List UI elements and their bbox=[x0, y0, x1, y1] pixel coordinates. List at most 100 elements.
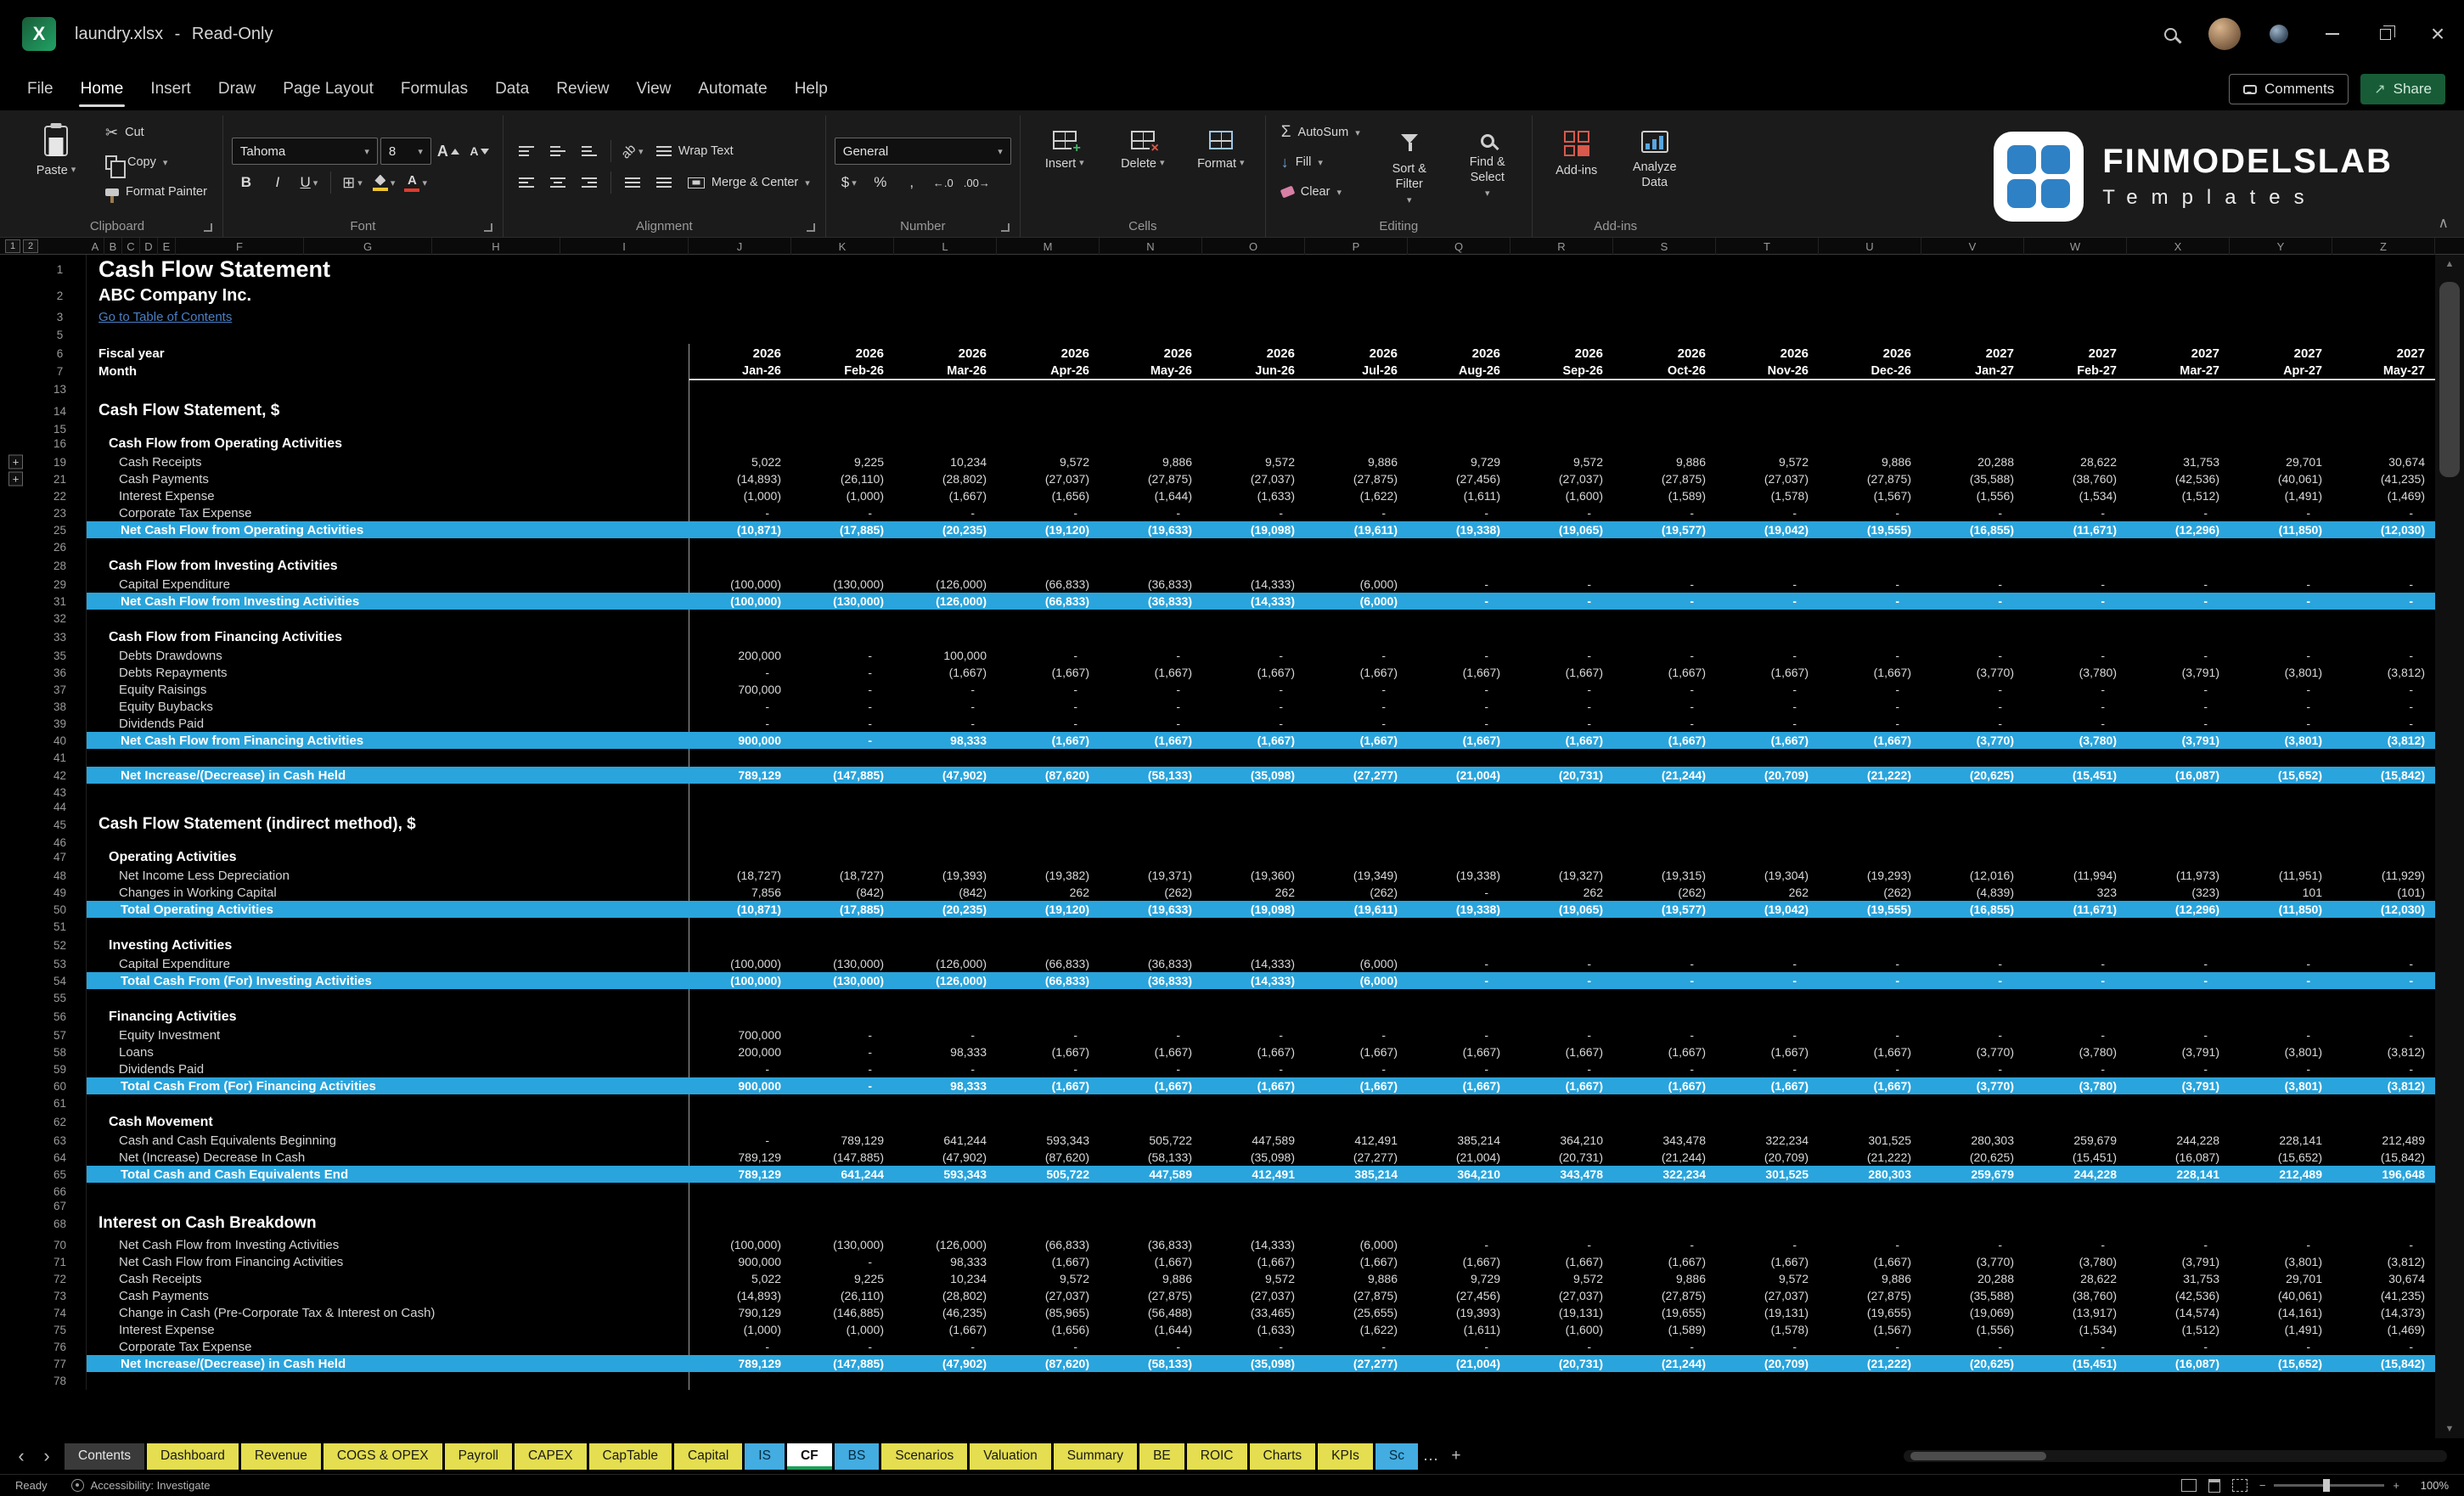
cell[interactable]: - bbox=[1305, 1060, 1408, 1077]
cell[interactable] bbox=[2230, 1372, 2332, 1390]
cell[interactable] bbox=[894, 847, 997, 867]
cell[interactable] bbox=[1305, 801, 1408, 812]
cell[interactable] bbox=[2230, 1007, 2332, 1026]
cell[interactable]: - bbox=[1100, 1060, 1202, 1077]
cell[interactable]: - bbox=[791, 647, 894, 664]
cell[interactable] bbox=[2230, 936, 2332, 955]
cell[interactable]: - bbox=[1819, 647, 1921, 664]
cell[interactable] bbox=[791, 801, 894, 812]
cell[interactable]: (21,222) bbox=[1819, 1149, 1921, 1166]
cell[interactable] bbox=[1716, 918, 1819, 936]
cell[interactable] bbox=[997, 847, 1100, 867]
cell[interactable] bbox=[2024, 749, 2127, 767]
page-break-view-button[interactable] bbox=[2232, 1479, 2247, 1492]
cell[interactable]: (1,667) bbox=[1510, 1043, 1613, 1060]
cell[interactable] bbox=[2127, 1007, 2230, 1026]
column-header-K[interactable]: K bbox=[791, 238, 894, 255]
cell[interactable]: (20,625) bbox=[1921, 767, 2024, 784]
row-number[interactable]: 61 bbox=[34, 1094, 87, 1112]
cell[interactable]: - bbox=[1613, 576, 1716, 593]
cell[interactable]: 505,722 bbox=[997, 1166, 1100, 1183]
cell[interactable]: - bbox=[1613, 681, 1716, 698]
cell[interactable] bbox=[1510, 837, 1613, 847]
cell[interactable]: 447,589 bbox=[1100, 1166, 1202, 1183]
column-header-P[interactable]: P bbox=[1305, 238, 1408, 255]
cell[interactable]: (1,667) bbox=[1100, 732, 1202, 749]
cell[interactable]: - bbox=[2024, 715, 2127, 732]
cell[interactable]: - bbox=[1613, 1236, 1716, 1253]
cell[interactable] bbox=[2127, 380, 2230, 398]
increase-decimal-button[interactable]: ←.0 bbox=[929, 169, 958, 196]
row-number[interactable]: 39 bbox=[34, 715, 87, 732]
cell[interactable] bbox=[2230, 1211, 2332, 1236]
cell[interactable]: (1,667) bbox=[1202, 1253, 1305, 1270]
cell[interactable]: Jan-27 bbox=[1921, 363, 2024, 380]
cell[interactable]: - bbox=[2127, 576, 2230, 593]
cell[interactable]: (147,885) bbox=[791, 767, 894, 784]
cell[interactable]: - bbox=[1921, 955, 2024, 972]
cell[interactable] bbox=[2024, 1094, 2127, 1112]
cell[interactable]: (58,133) bbox=[1100, 1149, 1202, 1166]
cell[interactable]: (126,000) bbox=[894, 972, 997, 989]
cell[interactable]: - bbox=[2230, 1338, 2332, 1355]
cell[interactable] bbox=[1613, 801, 1716, 812]
currency-format-button[interactable]: $▾ bbox=[835, 169, 864, 196]
cell[interactable]: (35,098) bbox=[1202, 767, 1305, 784]
row-number[interactable]: 7 bbox=[34, 363, 87, 380]
cell[interactable] bbox=[1100, 784, 1202, 801]
cell[interactable]: (147,885) bbox=[791, 1355, 894, 1372]
row-label[interactable]: Total Cash From (For) Investing Activiti… bbox=[87, 972, 689, 989]
cell[interactable] bbox=[791, 556, 894, 576]
cell[interactable]: - bbox=[2332, 504, 2435, 521]
cell[interactable] bbox=[1408, 936, 1510, 955]
cell[interactable]: (3,791) bbox=[2127, 1077, 2230, 1094]
format-cells-button[interactable]: Format▾ bbox=[1185, 119, 1257, 211]
row-label[interactable]: Net Cash Flow from Investing Activities bbox=[87, 1236, 689, 1253]
cell[interactable]: - bbox=[1510, 715, 1613, 732]
cell[interactable] bbox=[1305, 1112, 1408, 1132]
cell[interactable]: - bbox=[1305, 1338, 1408, 1355]
cell[interactable] bbox=[1716, 380, 1819, 398]
row-label[interactable]: Change in Cash (Pre-Corporate Tax & Inte… bbox=[87, 1304, 689, 1321]
cell[interactable] bbox=[1202, 424, 1305, 434]
cell[interactable]: (28,802) bbox=[894, 470, 997, 487]
cell[interactable]: 2026 bbox=[1408, 344, 1510, 363]
cell[interactable] bbox=[1613, 434, 1716, 453]
cell[interactable]: (14,333) bbox=[1202, 593, 1305, 610]
cell[interactable] bbox=[1613, 918, 1716, 936]
cell[interactable]: - bbox=[1202, 715, 1305, 732]
cell[interactable] bbox=[894, 627, 997, 647]
cell[interactable]: (1,534) bbox=[2024, 487, 2127, 504]
cell[interactable]: (11,994) bbox=[2024, 867, 2127, 884]
cell[interactable]: - bbox=[791, 732, 894, 749]
cell[interactable]: 9,886 bbox=[1305, 453, 1408, 470]
cell[interactable]: (20,235) bbox=[894, 521, 997, 538]
merge-center-button[interactable]: Merge & Center▾ bbox=[681, 169, 817, 196]
excel-app-icon[interactable]: X bbox=[22, 17, 56, 51]
cell[interactable]: 259,679 bbox=[2024, 1132, 2127, 1149]
cell[interactable] bbox=[689, 989, 791, 1007]
column-header-I[interactable]: I bbox=[560, 238, 689, 255]
row-number[interactable]: 63 bbox=[34, 1132, 87, 1149]
cell[interactable]: (27,037) bbox=[997, 1287, 1100, 1304]
cell[interactable] bbox=[997, 936, 1100, 955]
cell[interactable]: (27,875) bbox=[1100, 1287, 1202, 1304]
cell[interactable]: (12,296) bbox=[2127, 901, 2230, 918]
cell[interactable] bbox=[689, 1007, 791, 1026]
cell[interactable]: 20,288 bbox=[1921, 1270, 2024, 1287]
cell[interactable]: - bbox=[1921, 504, 2024, 521]
cell[interactable]: (1,667) bbox=[1510, 664, 1613, 681]
cell[interactable] bbox=[1510, 1112, 1613, 1132]
cell[interactable] bbox=[2230, 918, 2332, 936]
cell[interactable]: - bbox=[2332, 972, 2435, 989]
cell[interactable]: Mar-26 bbox=[894, 363, 997, 380]
cell[interactable]: Jun-26 bbox=[1202, 363, 1305, 380]
cell[interactable]: - bbox=[2230, 1026, 2332, 1043]
cell[interactable]: Dec-26 bbox=[1819, 363, 1921, 380]
cell[interactable] bbox=[997, 398, 1100, 424]
cell[interactable]: - bbox=[2127, 504, 2230, 521]
cell[interactable] bbox=[2332, 749, 2435, 767]
row-label[interactable]: Operating Activities bbox=[87, 847, 689, 867]
cell[interactable] bbox=[2127, 398, 2230, 424]
cell[interactable]: (1,667) bbox=[997, 1077, 1100, 1094]
